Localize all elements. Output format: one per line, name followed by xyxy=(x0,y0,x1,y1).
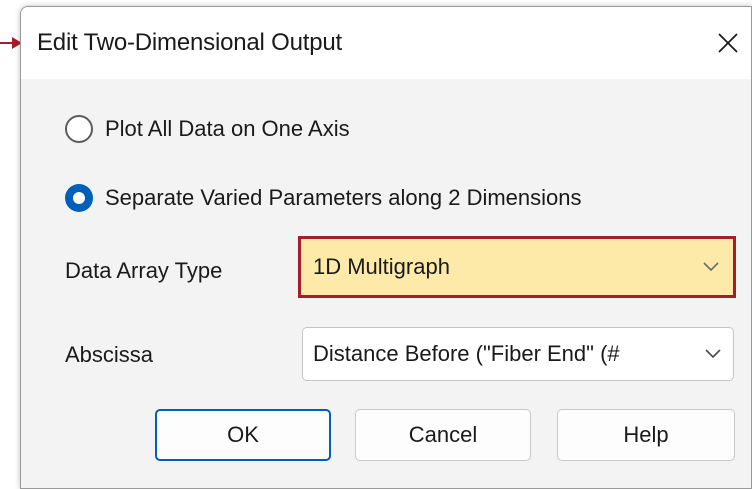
close-icon xyxy=(718,33,738,53)
help-button[interactable]: Help xyxy=(557,409,735,461)
pointer-arrow-icon xyxy=(0,37,22,49)
data-array-type-dropdown[interactable]: 1D Multigraph xyxy=(298,236,736,298)
edit-two-dimensional-output-dialog: Edit Two-Dimensional Output Plot All Dat… xyxy=(20,6,752,489)
cancel-button[interactable]: Cancel xyxy=(355,409,531,461)
radio-button-unselected[interactable] xyxy=(65,115,93,143)
screenshot-root: Edit Two-Dimensional Output Plot All Dat… xyxy=(0,0,752,489)
radio-button-selected[interactable] xyxy=(65,184,93,212)
close-button[interactable] xyxy=(705,21,751,65)
abscissa-value: Distance Before ("Fiber End" (# xyxy=(313,341,620,366)
radio-label-plot-all: Plot All Data on One Axis xyxy=(105,116,350,141)
radio-label-separate: Separate Varied Parameters along 2 Dimen… xyxy=(105,185,582,210)
chevron-down-icon xyxy=(705,349,721,359)
dialog-titlebar: Edit Two-Dimensional Output xyxy=(21,7,751,79)
radio-plot-all-data[interactable]: Plot All Data on One Axis xyxy=(65,115,350,143)
abscissa-label: Abscissa xyxy=(65,342,154,367)
data-array-type-value: 1D Multigraph xyxy=(313,254,450,279)
dialog-title: Edit Two-Dimensional Output xyxy=(37,29,342,56)
abscissa-dropdown[interactable]: Distance Before ("Fiber End" (# xyxy=(302,327,734,381)
chevron-down-icon xyxy=(703,262,719,272)
ok-button[interactable]: OK xyxy=(155,409,331,461)
radio-separate-varied-parameters[interactable]: Separate Varied Parameters along 2 Dimen… xyxy=(65,184,582,212)
data-array-type-label: Data Array Type xyxy=(65,258,223,283)
